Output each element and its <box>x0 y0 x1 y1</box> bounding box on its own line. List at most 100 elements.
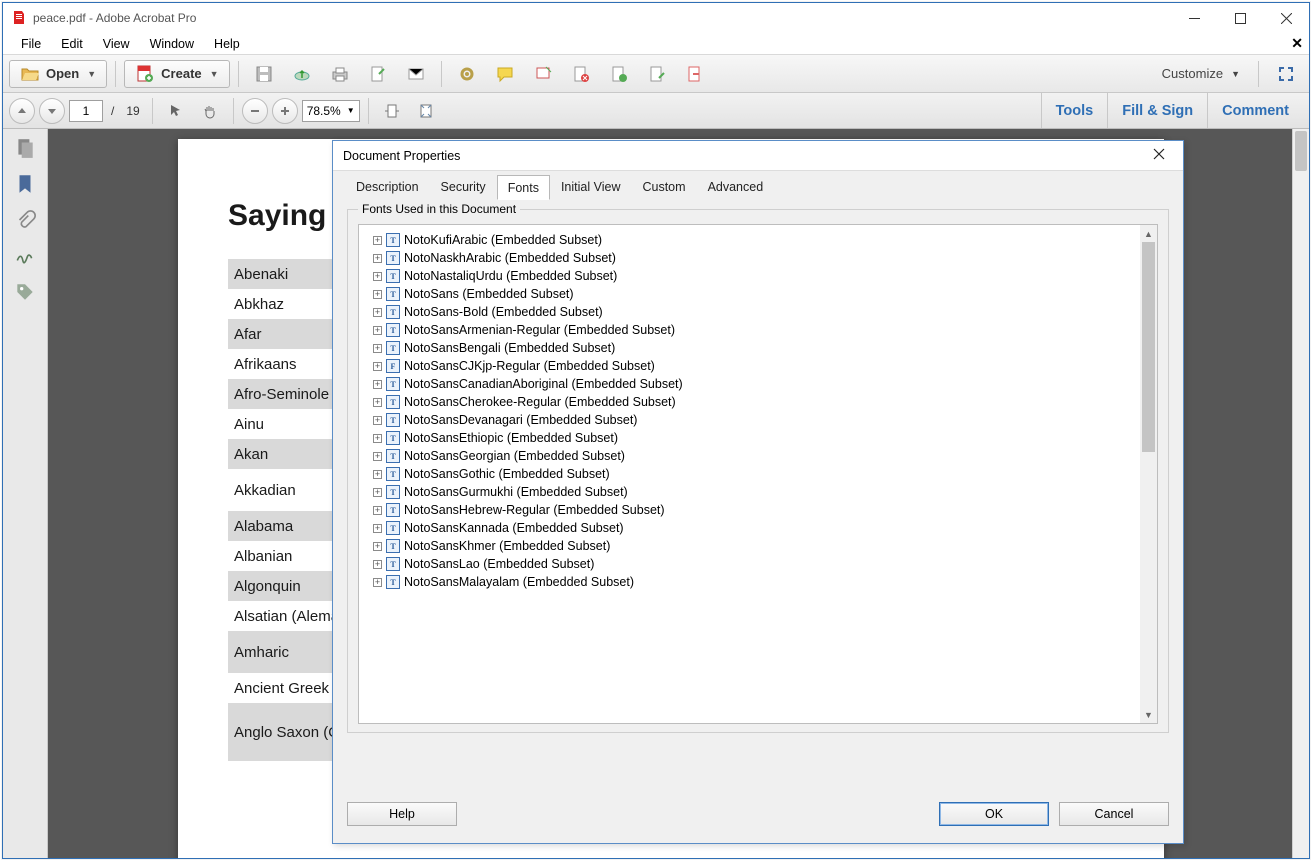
customize-button[interactable]: Customize ▼ <box>1154 66 1248 81</box>
font-tree-item[interactable]: +TNotoSansEthiopic (Embedded Subset) <box>373 429 1140 447</box>
tab-security[interactable]: Security <box>430 174 497 199</box>
select-tool-button[interactable] <box>161 97 191 125</box>
tree-expander-icon[interactable]: + <box>373 560 382 569</box>
menu-window[interactable]: Window <box>140 35 204 53</box>
panel-tools[interactable]: Tools <box>1041 93 1108 128</box>
panel-fill-sign[interactable]: Fill & Sign <box>1107 93 1207 128</box>
tree-expander-icon[interactable]: + <box>373 236 382 245</box>
tree-expander-icon[interactable]: + <box>373 416 382 425</box>
fullscreen-button[interactable] <box>1269 60 1303 88</box>
tree-expander-icon[interactable]: + <box>373 362 382 371</box>
font-tree-item[interactable]: +TNotoSansGeorgian (Embedded Subset) <box>373 447 1140 465</box>
menu-file[interactable]: File <box>11 35 51 53</box>
font-tree-item[interactable]: +TNotoSansCherokee-Regular (Embedded Sub… <box>373 393 1140 411</box>
font-tree-item[interactable]: +TNotoSansCanadianAboriginal (Embedded S… <box>373 375 1140 393</box>
tab-description[interactable]: Description <box>345 174 430 199</box>
stamp-button[interactable] <box>526 60 560 88</box>
zoom-select[interactable]: 78.5% ▼ <box>302 100 360 122</box>
font-tree-item[interactable]: +TNotoSansKannada (Embedded Subset) <box>373 519 1140 537</box>
dialog-footer: Help OK Cancel <box>333 785 1183 843</box>
attachments-panel-button[interactable] <box>14 209 36 231</box>
font-tree-item[interactable]: +TNotoSans (Embedded Subset) <box>373 285 1140 303</box>
tags-panel-button[interactable] <box>14 281 36 303</box>
font-tree-item[interactable]: +TNotoSansGothic (Embedded Subset) <box>373 465 1140 483</box>
font-tree-item[interactable]: +TNotoSansKhmer (Embedded Subset) <box>373 537 1140 555</box>
maximize-button[interactable] <box>1217 3 1263 33</box>
signatures-panel-button[interactable] <box>14 245 36 267</box>
tree-expander-icon[interactable]: + <box>373 470 382 479</box>
tree-expander-icon[interactable]: + <box>373 272 382 281</box>
font-tree-item[interactable]: +TNotoSansDevanagari (Embedded Subset) <box>373 411 1140 429</box>
tree-expander-icon[interactable]: + <box>373 398 382 407</box>
cloud-button[interactable] <box>285 60 319 88</box>
viewport-scrollbar[interactable] <box>1292 129 1309 858</box>
tree-expander-icon[interactable]: + <box>373 380 382 389</box>
help-button[interactable]: Help <box>347 802 457 826</box>
menu-view[interactable]: View <box>93 35 140 53</box>
tree-expander-icon[interactable]: + <box>373 488 382 497</box>
email-button[interactable] <box>399 60 433 88</box>
next-page-button[interactable] <box>39 98 65 124</box>
tree-expander-icon[interactable]: + <box>373 524 382 533</box>
tree-expander-icon[interactable]: + <box>373 344 382 353</box>
thumbnails-panel-button[interactable] <box>14 137 36 159</box>
tab-fonts[interactable]: Fonts <box>497 175 550 200</box>
page-number-input[interactable] <box>69 100 103 122</box>
prev-page-button[interactable] <box>9 98 35 124</box>
print-button[interactable] <box>323 60 357 88</box>
fonts-scrollbar[interactable]: ▲ ▼ <box>1140 225 1157 723</box>
bookmarks-panel-button[interactable] <box>14 173 36 195</box>
scroll-down-button[interactable]: ▼ <box>1140 706 1157 723</box>
minimize-button[interactable] <box>1171 3 1217 33</box>
doc-close-icon[interactable]: ✕ <box>1291 35 1303 52</box>
tree-expander-icon[interactable]: + <box>373 290 382 299</box>
font-tree-item[interactable]: +TNotoSansLao (Embedded Subset) <box>373 555 1140 573</box>
replace-page-button[interactable] <box>678 60 712 88</box>
font-tree-item[interactable]: +TNotoSansArmenian-Regular (Embedded Sub… <box>373 321 1140 339</box>
settings-button[interactable] <box>450 60 484 88</box>
delete-page-button[interactable] <box>564 60 598 88</box>
font-tree-item[interactable]: +TNotoSans-Bold (Embedded Subset) <box>373 303 1140 321</box>
panel-comment[interactable]: Comment <box>1207 93 1303 128</box>
zoom-out-button[interactable] <box>242 98 268 124</box>
font-tree-item[interactable]: +TNotoSansMalayalam (Embedded Subset) <box>373 573 1140 591</box>
font-tree-item[interactable]: +TNotoNaskhArabic (Embedded Subset) <box>373 249 1140 267</box>
menu-help[interactable]: Help <box>204 35 250 53</box>
edit-page-button[interactable] <box>361 60 395 88</box>
font-tree-item[interactable]: +TNotoKufiArabic (Embedded Subset) <box>373 231 1140 249</box>
scrollbar-thumb[interactable] <box>1142 242 1155 452</box>
tab-advanced[interactable]: Advanced <box>697 174 775 199</box>
tree-expander-icon[interactable]: + <box>373 578 382 587</box>
tree-expander-icon[interactable]: + <box>373 434 382 443</box>
font-tree-item[interactable]: +TNotoSansGurmukhi (Embedded Subset) <box>373 483 1140 501</box>
tree-expander-icon[interactable]: + <box>373 506 382 515</box>
export-page-button[interactable] <box>640 60 674 88</box>
dialog-close-button[interactable] <box>1145 148 1173 163</box>
save-button[interactable] <box>247 60 281 88</box>
open-button[interactable]: Open ▼ <box>9 60 107 88</box>
font-tree-item[interactable]: +TNotoSansBengali (Embedded Subset) <box>373 339 1140 357</box>
comment-bubble-button[interactable] <box>488 60 522 88</box>
cancel-button[interactable]: Cancel <box>1059 802 1169 826</box>
tree-expander-icon[interactable]: + <box>373 254 382 263</box>
font-tree-item[interactable]: +TNotoNastaliqUrdu (Embedded Subset) <box>373 267 1140 285</box>
scroll-up-button[interactable]: ▲ <box>1140 225 1157 242</box>
close-button[interactable] <box>1263 3 1309 33</box>
tree-expander-icon[interactable]: + <box>373 452 382 461</box>
tree-expander-icon[interactable]: + <box>373 542 382 551</box>
tab-initial-view[interactable]: Initial View <box>550 174 632 199</box>
fit-page-button[interactable] <box>411 97 441 125</box>
insert-page-button[interactable] <box>602 60 636 88</box>
tree-expander-icon[interactable]: + <box>373 326 382 335</box>
tree-expander-icon[interactable]: + <box>373 308 382 317</box>
font-tree-item[interactable]: +TNotoSansHebrew-Regular (Embedded Subse… <box>373 501 1140 519</box>
tab-custom[interactable]: Custom <box>631 174 696 199</box>
scrollbar-thumb[interactable] <box>1295 131 1307 171</box>
font-tree-item[interactable]: +FNotoSansCJKjp-Regular (Embedded Subset… <box>373 357 1140 375</box>
fit-width-button[interactable] <box>377 97 407 125</box>
hand-tool-button[interactable] <box>195 97 225 125</box>
menu-edit[interactable]: Edit <box>51 35 93 53</box>
create-button[interactable]: Create ▼ <box>124 60 229 88</box>
zoom-in-button[interactable] <box>272 98 298 124</box>
ok-button[interactable]: OK <box>939 802 1049 826</box>
